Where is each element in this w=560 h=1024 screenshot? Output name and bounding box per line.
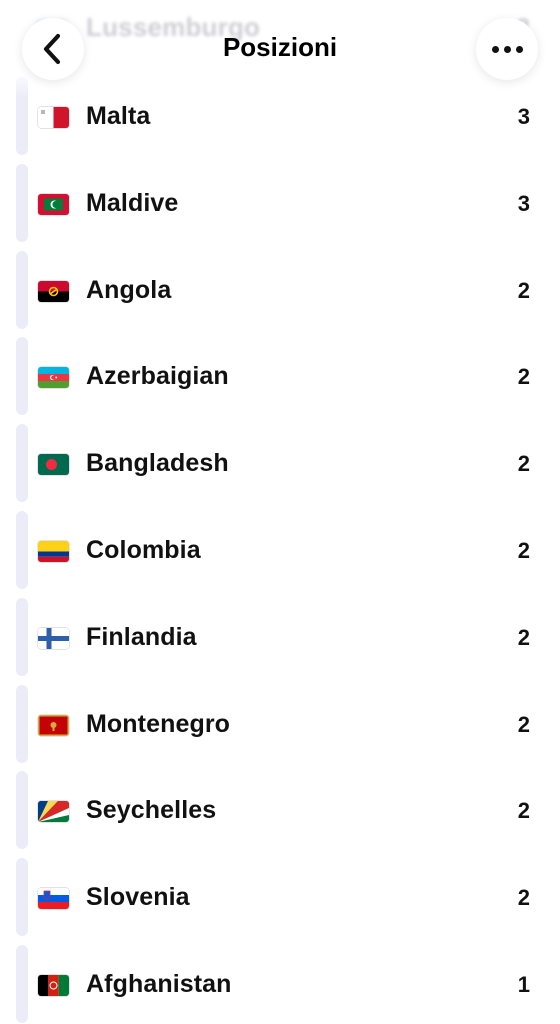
position-count: 2 bbox=[517, 624, 530, 650]
flag-malta-icon bbox=[38, 107, 69, 128]
row-rail bbox=[16, 858, 28, 937]
position-count: 2 bbox=[517, 364, 530, 390]
list-item[interactable]: Bangladesh 2 bbox=[0, 420, 560, 507]
more-options-button[interactable] bbox=[476, 18, 538, 80]
nav-header: Lussemburgo 3 Posizioni bbox=[0, 0, 560, 98]
list-item[interactable]: Slovenia 2 bbox=[0, 854, 560, 941]
row-rail bbox=[16, 771, 28, 850]
country-name: Malta bbox=[86, 102, 151, 130]
screen: Malta 3 Maldive 3 Angola 2 Azerbaigian 2… bbox=[0, 0, 560, 1024]
flag-montenegro-icon bbox=[38, 714, 69, 736]
country-name: Colombia bbox=[86, 535, 201, 564]
list-item[interactable]: Finlandia 2 bbox=[0, 594, 560, 681]
country-name: Angola bbox=[86, 275, 172, 304]
country-list[interactable]: Malta 3 Maldive 3 Angola 2 Azerbaigian 2… bbox=[0, 73, 560, 1024]
flag-finland-icon bbox=[38, 627, 69, 649]
flag-azerbaijan-icon bbox=[38, 367, 69, 389]
position-count: 3 bbox=[517, 190, 530, 216]
list-item[interactable]: Afghanistan 1 bbox=[0, 941, 560, 1024]
country-name: Montenegro bbox=[86, 709, 231, 738]
country-name: Azerbaigian bbox=[86, 362, 229, 391]
position-count: 1 bbox=[517, 971, 530, 997]
position-count: 2 bbox=[517, 885, 530, 911]
country-name: Seychelles bbox=[86, 796, 217, 825]
country-name: Bangladesh bbox=[86, 449, 229, 478]
flag-bangladesh-icon bbox=[38, 454, 69, 476]
flag-afghanistan-icon bbox=[38, 974, 69, 996]
flag-seychelles-icon bbox=[38, 801, 69, 823]
position-count: 2 bbox=[517, 711, 530, 737]
flag-angola-icon bbox=[38, 280, 69, 302]
ellipsis-icon bbox=[491, 45, 523, 53]
row-rail bbox=[16, 424, 28, 503]
list-item[interactable]: Montenegro 2 bbox=[0, 681, 560, 768]
flag-maldives-icon bbox=[38, 193, 69, 215]
row-rail bbox=[16, 250, 28, 329]
country-name: Maldive bbox=[86, 188, 179, 217]
position-count: 3 bbox=[517, 104, 530, 129]
country-name: Afghanistan bbox=[86, 969, 232, 998]
row-rail bbox=[16, 337, 28, 416]
list-item[interactable]: Seychelles 2 bbox=[0, 767, 560, 854]
row-rail bbox=[16, 944, 28, 1023]
flag-slovenia-icon bbox=[38, 888, 69, 910]
list-item[interactable]: Angola 2 bbox=[0, 247, 560, 334]
row-rail bbox=[16, 684, 28, 763]
position-count: 2 bbox=[517, 451, 530, 477]
list-item[interactable]: Colombia 2 bbox=[0, 507, 560, 594]
country-name: Finlandia bbox=[86, 622, 197, 651]
country-name: Slovenia bbox=[86, 883, 190, 912]
position-count: 2 bbox=[517, 798, 530, 824]
list-item[interactable]: Maldive 3 bbox=[0, 160, 560, 247]
position-count: 2 bbox=[517, 277, 530, 303]
list-item[interactable]: Azerbaigian 2 bbox=[0, 333, 560, 420]
row-rail bbox=[16, 163, 28, 242]
row-rail bbox=[16, 510, 28, 589]
flag-colombia-icon bbox=[38, 540, 69, 562]
row-rail bbox=[16, 597, 28, 676]
position-count: 2 bbox=[517, 537, 530, 563]
